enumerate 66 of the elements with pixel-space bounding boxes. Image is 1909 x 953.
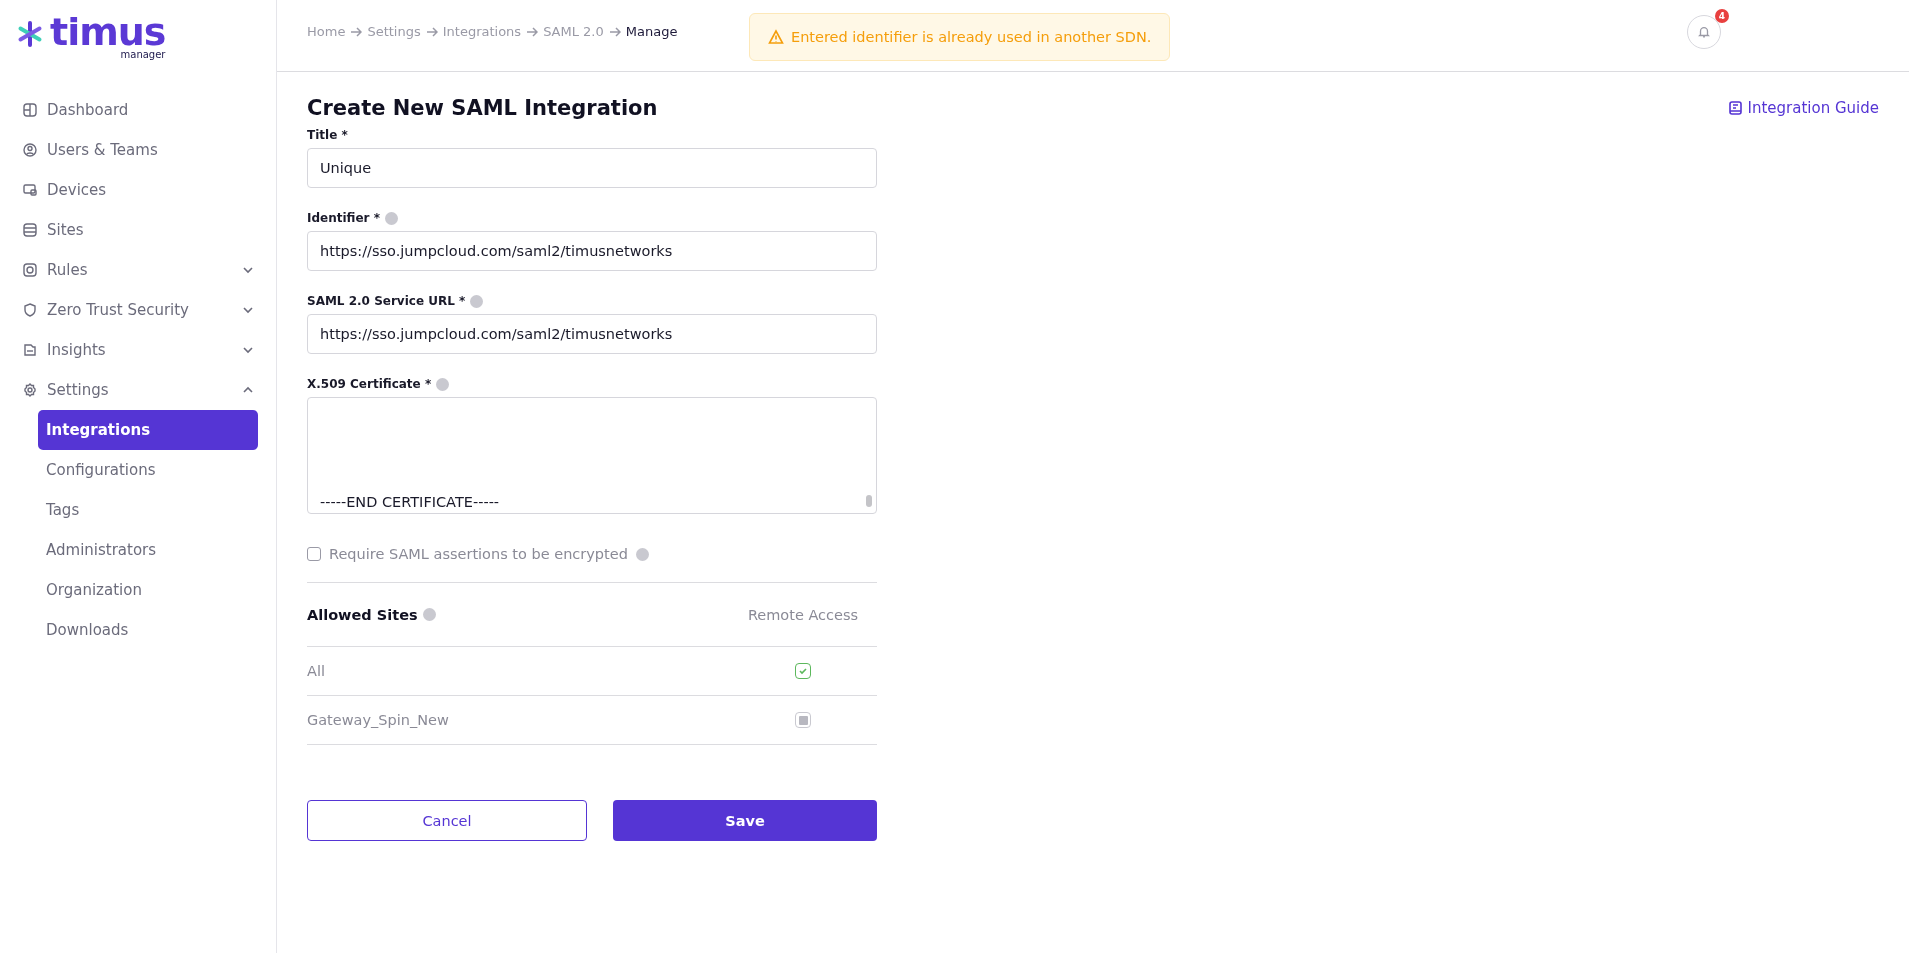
snowflake-logo-icon bbox=[16, 20, 44, 48]
breadcrumb-item[interactable]: Integrations bbox=[442, 24, 522, 39]
sidebar-item[interactable]: Settings bbox=[16, 370, 258, 410]
sidebar-subitem[interactable]: Administrators bbox=[38, 530, 258, 570]
text-input-field[interactable]: https://sso.jumpcloud.com/saml2/timusnetworks bbox=[307, 314, 877, 354]
sidebar-item[interactable]: Sites bbox=[16, 210, 258, 250]
help-icon bbox=[436, 377, 450, 391]
sidebar-item[interactable]: Users & Teams bbox=[16, 130, 258, 170]
arrow-right-icon bbox=[425, 26, 438, 37]
checkbox-label: Require SAML assertions to be encrypted bbox=[329, 546, 628, 562]
help-icon bbox=[422, 608, 436, 621]
cancel-button[interactable]: Cancel bbox=[307, 800, 587, 841]
breadcrumb-item[interactable]: SAML 2.0 bbox=[543, 24, 604, 39]
sidebar-item[interactable]: Devices bbox=[16, 170, 258, 210]
scrollbar-thumb[interactable] bbox=[866, 495, 872, 507]
logo-subtitle: manager bbox=[120, 50, 166, 60]
bell-icon bbox=[1697, 24, 1711, 39]
arrow-right-icon bbox=[608, 26, 621, 37]
list-icon bbox=[22, 222, 38, 238]
rules-icon bbox=[22, 262, 38, 278]
sidebar-subitem[interactable]: Tags bbox=[38, 490, 258, 530]
field-label: Identifier * bbox=[307, 211, 380, 225]
sidebar-subitem[interactable]: Organization bbox=[38, 570, 258, 610]
sidebar-item[interactable]: Dashboard bbox=[16, 90, 258, 130]
sidebar-subitem[interactable]: Configurations bbox=[38, 450, 258, 490]
certificate-textarea[interactable]: -----END CERTIFICATE----- bbox=[307, 397, 877, 514]
save-button[interactable]: Save bbox=[613, 800, 877, 841]
devices-icon bbox=[22, 182, 38, 198]
sidebar-subitem[interactable]: Integrations bbox=[38, 410, 258, 450]
arrow-right-icon bbox=[350, 26, 363, 37]
folder-icon bbox=[22, 342, 38, 358]
checked-checkbox[interactable] bbox=[795, 663, 811, 679]
integration-guide-link[interactable]: Integration Guide bbox=[1728, 99, 1879, 117]
checkmark-icon bbox=[798, 666, 808, 676]
column-header: Allowed Sites bbox=[307, 606, 418, 623]
gear-icon bbox=[22, 382, 38, 398]
table-cell: Gateway_Spin_New bbox=[307, 712, 449, 728]
sidebar-subitem[interactable]: Downloads bbox=[38, 610, 258, 650]
help-icon bbox=[635, 547, 649, 561]
field-label: X.509 Certificate * bbox=[307, 377, 432, 391]
help-icon bbox=[385, 211, 398, 225]
column-header: Remote Access bbox=[746, 606, 860, 623]
field-label: SAML 2.0 Service URL * bbox=[307, 294, 466, 308]
warning-icon bbox=[768, 28, 784, 45]
grid-icon bbox=[22, 102, 38, 118]
sidebar-item[interactable]: Zero Trust Security bbox=[16, 290, 258, 330]
text-input-field[interactable]: https://sso.jumpcloud.com/saml2/timusnetworks bbox=[307, 231, 877, 271]
user-icon bbox=[22, 142, 38, 158]
breadcrumb-item: Manage bbox=[625, 24, 678, 39]
breadcrumb-item[interactable]: Settings bbox=[367, 24, 421, 39]
book-icon bbox=[1728, 101, 1742, 115]
alert-text: Entered identifier is already used in another SDN. bbox=[791, 28, 1152, 45]
sidebar-item[interactable]: Insights bbox=[16, 330, 258, 370]
logo-text: timus bbox=[50, 14, 166, 50]
field-label: Title * bbox=[307, 128, 348, 142]
notification-button[interactable] bbox=[1687, 14, 1721, 49]
help-icon bbox=[470, 294, 484, 308]
breadcrumb-item[interactable]: Home bbox=[307, 24, 346, 39]
text-input-field[interactable]: Unique bbox=[307, 148, 877, 188]
shield-icon bbox=[22, 302, 38, 318]
notification-badge: 4 bbox=[1715, 8, 1729, 23]
arrow-right-icon bbox=[526, 26, 539, 37]
page-title: Create New SAML Integration bbox=[307, 96, 658, 120]
table-cell: All bbox=[307, 663, 325, 679]
sidebar-item[interactable]: Rules bbox=[16, 250, 258, 290]
checkbox[interactable] bbox=[307, 547, 321, 561]
